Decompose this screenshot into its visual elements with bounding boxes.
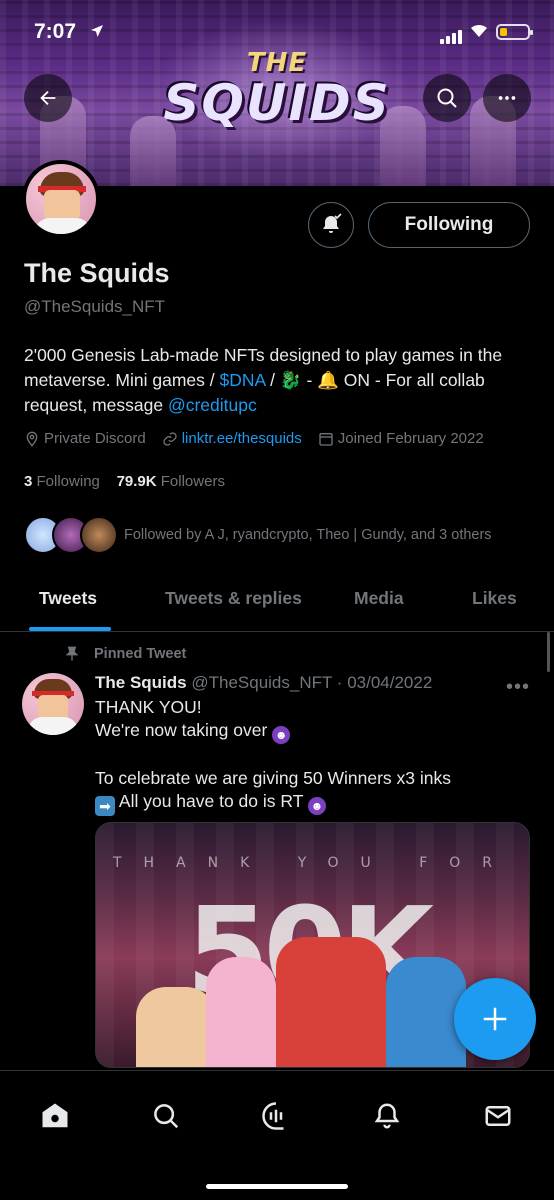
wifi-icon: [471, 24, 487, 37]
bottom-navigation: [0, 1070, 554, 1200]
tweet-line: We're now taking over ☻: [95, 719, 535, 744]
home-indicator[interactable]: [206, 1184, 348, 1189]
follow-counts: 3 Following 79.9K Followers: [24, 473, 225, 490]
cellular-signal-icon: [440, 26, 464, 44]
link-icon: [163, 431, 177, 446]
profile-meta: Private Discord linktr.ee/thesquids Join…: [24, 430, 500, 447]
nav-messages[interactable]: [481, 1099, 515, 1133]
more-icon: [498, 96, 516, 100]
tweet-line: ➡ All you have to do is RT ☻: [95, 790, 535, 816]
profile-location: Private Discord: [24, 430, 146, 447]
notification-bell-icon: [323, 213, 342, 233]
right-arrow-emoji-icon: ➡: [95, 796, 115, 816]
search-icon: [437, 88, 457, 108]
tweet-line: THANK YOU!: [95, 697, 202, 717]
followed-by-text[interactable]: Followed by A J, ryandcrypto, Theo | Gun…: [124, 527, 492, 543]
following-count-link[interactable]: 3 Following: [24, 473, 100, 490]
media-character: [136, 987, 216, 1067]
followers-count-link[interactable]: 79.9K Followers: [117, 473, 225, 490]
profile-bio: 2'000 Genesis Lab-made NFTs designed to …: [24, 343, 530, 418]
nav-home[interactable]: [38, 1099, 72, 1133]
tab-tweets[interactable]: Tweets: [39, 588, 97, 609]
profile-joined: Joined February 2022: [318, 430, 484, 447]
tweet-header: The Squids @TheSquids_NFT · 03/04/2022: [95, 673, 432, 693]
spaces-icon: [262, 1102, 284, 1130]
explore-icon: [154, 1104, 179, 1129]
back-arrow-icon: [40, 90, 56, 106]
status-time: 7:07: [34, 20, 77, 43]
followed-by-avatars[interactable]: [24, 516, 118, 554]
search-button[interactable]: [423, 74, 471, 122]
avatar: [80, 516, 118, 554]
notifications-icon: [374, 1103, 400, 1129]
location-text: Private Discord: [44, 430, 146, 447]
tweet-line: To celebrate we are giving 50 Winners x3…: [95, 768, 452, 788]
scrollbar[interactable]: [547, 632, 550, 672]
devil-emoji-icon: ☻: [307, 797, 326, 815]
location-icon: [26, 431, 38, 447]
tab-likes[interactable]: Likes: [472, 588, 517, 609]
calendar-icon: [319, 432, 333, 446]
tab-media[interactable]: Media: [354, 588, 404, 609]
profile-avatar[interactable]: [22, 160, 100, 238]
profile-tabs: Tweets Tweets & replies Media Likes: [0, 570, 554, 632]
profile-handle: @TheSquids_NFT: [24, 297, 166, 316]
home-icon: [42, 1103, 68, 1128]
status-bar: 7:07: [0, 0, 554, 60]
notifications-toggle-button[interactable]: [308, 202, 354, 248]
pinned-text: Pinned Tweet: [94, 646, 187, 662]
nav-notifications[interactable]: [370, 1099, 404, 1133]
tweet-author-name[interactable]: The Squids: [95, 673, 187, 692]
more-options-button[interactable]: [483, 74, 531, 122]
devil-emoji-icon: ☻: [272, 726, 291, 744]
media-character: [206, 957, 276, 1067]
nav-explore[interactable]: [149, 1099, 183, 1133]
compose-plus-icon: [483, 1007, 507, 1031]
media-character: [276, 937, 386, 1067]
bio-link-creditupc[interactable]: @creditupc: [168, 395, 257, 415]
joined-text: Joined February 2022: [337, 430, 484, 447]
bio-link-dna[interactable]: $DNA: [219, 370, 265, 390]
profile-name: The Squids: [24, 258, 170, 288]
back-button[interactable]: [24, 74, 72, 122]
compose-tweet-button[interactable]: [454, 978, 536, 1060]
battery-icon: [496, 24, 533, 40]
tweet-avatar[interactable]: [22, 673, 84, 735]
tweet-author-handle-date[interactable]: @TheSquids_NFT · 03/04/2022: [191, 673, 432, 692]
profile-website[interactable]: linktr.ee/thesquids: [162, 430, 302, 447]
location-arrow-icon: [91, 25, 103, 37]
banner-title-main: SQUIDS: [163, 74, 391, 132]
following-button[interactable]: Following: [368, 202, 530, 248]
tab-tweets-replies[interactable]: Tweets & replies: [165, 588, 302, 609]
tweet-text: THANK YOU! We're now taking over ☻ To ce…: [95, 696, 535, 816]
pinned-tweet-label: Pinned Tweet: [64, 645, 186, 663]
active-tab-indicator: [29, 627, 111, 631]
nav-spaces[interactable]: [259, 1099, 293, 1133]
website-link[interactable]: linktr.ee/thesquids: [182, 430, 302, 447]
media-caption: THANK YOU FOR: [112, 855, 515, 871]
messages-icon: [485, 1106, 511, 1126]
pin-icon: [65, 646, 79, 661]
